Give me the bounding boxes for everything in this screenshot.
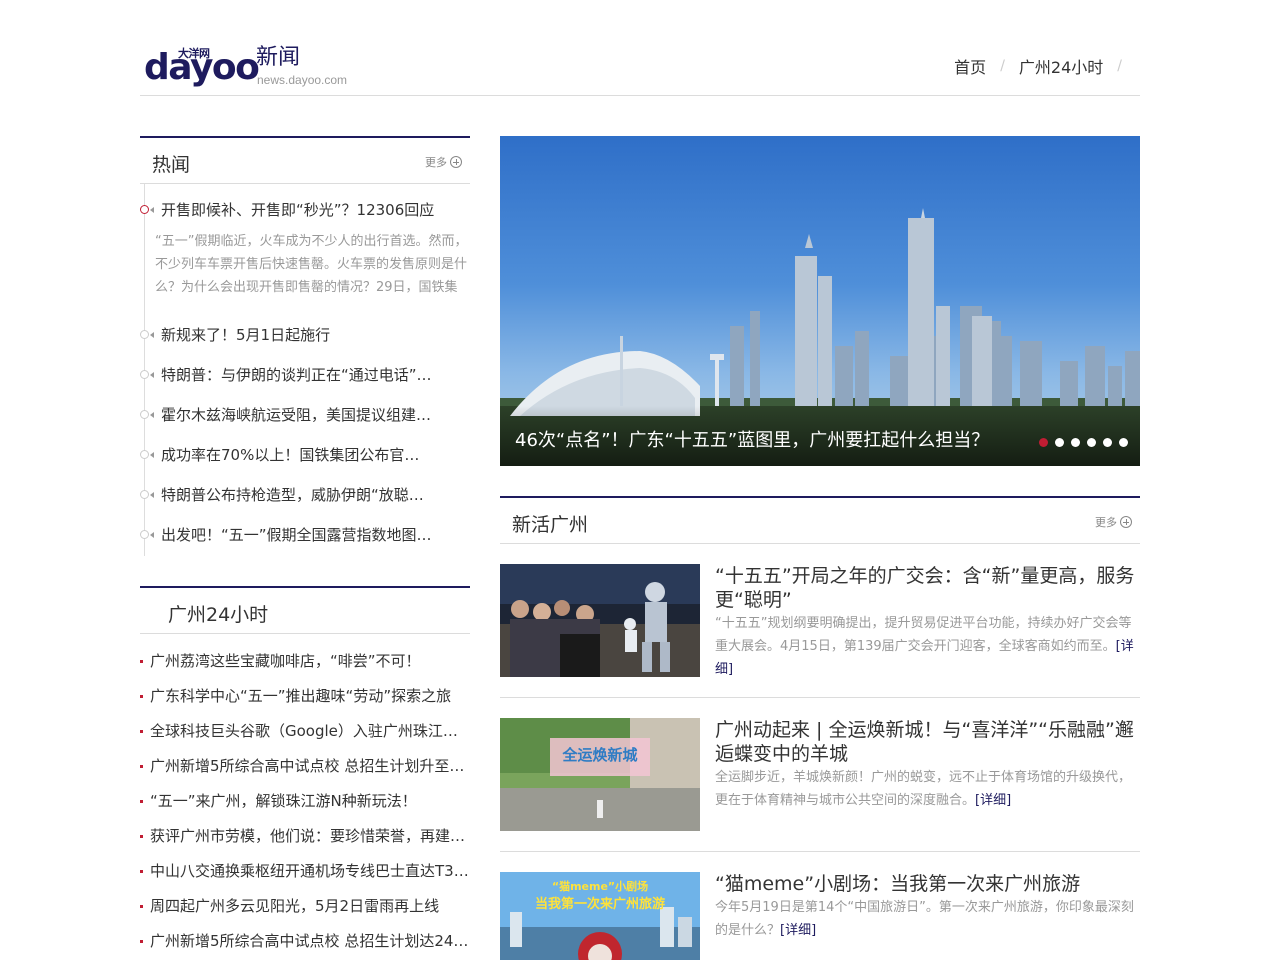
list-item[interactable]: “五一”来广州，解锁珠江游N种新玩法！ <box>140 791 470 826</box>
article-summary: 今年5月19日是第14个“中国旅游日”。第一次来广州旅游，你印象最深刻的是什么？… <box>715 896 1140 942</box>
triangle-left-icon <box>150 452 154 458</box>
triangle-left-icon <box>150 532 154 538</box>
slider-dot[interactable] <box>1071 438 1080 447</box>
hot-news-title: 热闻 <box>152 154 191 176</box>
timeline-dot-icon <box>140 450 149 459</box>
slider-dot[interactable] <box>1039 438 1048 447</box>
more-label: 更多 <box>1095 516 1117 529</box>
article-card[interactable]: “十五五”开局之年的广交会：含“新”量更高，服务更“聪明” “十五五”规划纲要明… <box>500 564 1140 698</box>
detail-link[interactable]: [详细] <box>975 793 1011 808</box>
gz24-list: 广州荔湾这些宝藏咖啡店，“啡尝”不可！ 广东科学中心“五一”推出趣味“劳动”探索… <box>140 651 470 960</box>
list-item[interactable]: 中山八交通换乘枢纽开通机场专线巴士直达T3… <box>140 861 470 896</box>
article-summary: 全运脚步近，羊城焕新颜！广州的蜕变，远不止于体育场馆的升级换代，更在于体育精神与… <box>715 766 1140 812</box>
site-url: news.dayoo.com <box>257 73 348 87</box>
article-summary: “十五五”规划纲要明确提出，提升贸易促进平台功能，持续办好广交会等重大展会。4月… <box>715 612 1140 681</box>
gz24-title: 广州24小时 <box>168 604 269 626</box>
plus-circle-icon <box>1120 516 1132 528</box>
hot-more-link[interactable]: 更多 <box>425 154 462 170</box>
list-item[interactable]: 广州新增5所综合高中试点校 总招生计划达24… <box>140 931 470 960</box>
timeline-item-title[interactable]: 出发吧！“五一”假期全国露营指数地图… <box>161 525 467 545</box>
xinhuo-panel: 新活广州 更多 <box>500 496 1140 544</box>
site-header: 大洋网 dayoo 新闻 news.dayoo.com 首页 / 广州24小时 … <box>140 40 1140 96</box>
detail-link[interactable]: [详细] <box>780 923 816 938</box>
timeline-item[interactable]: 霍尔木兹海峡航运受阻，美国提议组建… <box>140 405 470 427</box>
thumb-overlay-text-1: “猫meme”小剧场 <box>552 879 648 893</box>
article-thumbnail[interactable] <box>500 564 700 677</box>
summary-text: 全运脚步近，羊城焕新颜！广州的蜕变，远不止于体育场馆的升级换代，更在于体育精神与… <box>715 770 1132 808</box>
timeline-item-title[interactable]: 特朗普公布持枪造型，威胁伊朗“放聪… <box>161 485 467 505</box>
slider-dots <box>1032 438 1128 447</box>
timeline-item-title[interactable]: 成功率在70%以上！国铁集团公布官… <box>161 445 467 465</box>
triangle-left-icon <box>150 332 154 338</box>
summary-text: “十五五”规划纲要明确提出，提升贸易促进平台功能，持续办好广交会等重大展会。4月… <box>715 616 1132 654</box>
list-item[interactable]: 全球科技巨头谷歌（Google）入驻广州珠江新城 <box>140 721 470 756</box>
slider-dot[interactable] <box>1103 438 1112 447</box>
list-item[interactable]: 周四起广州多云见阳光，5月2日雷雨再上线 <box>140 896 470 931</box>
nav-separator: / <box>1117 58 1122 74</box>
nav-gz24-link[interactable]: 广州24小时 <box>1019 54 1103 78</box>
timeline-item[interactable]: 新规来了！5月1日起施行 <box>140 325 470 347</box>
xinhuo-title: 新活广州 <box>512 514 589 536</box>
more-label: 更多 <box>425 156 447 169</box>
timeline-item-title[interactable]: 霍尔木兹海峡航运受阻，美国提议组建… <box>161 405 467 425</box>
slider-dot[interactable] <box>1119 438 1128 447</box>
top-nav: 首页 / 广州24小时 / <box>954 54 1136 78</box>
xinhuo-more-link[interactable]: 更多 <box>1095 514 1132 530</box>
site-logo[interactable]: 大洋网 dayoo 新闻 news.dayoo.com <box>144 42 354 92</box>
list-item[interactable]: 广州荔湾这些宝藏咖啡店，“啡尝”不可！ <box>140 651 470 686</box>
timeline-dot-icon <box>140 410 149 419</box>
triangle-left-icon <box>150 372 154 378</box>
triangle-left-icon <box>150 492 154 498</box>
headline-slider[interactable]: 46次“点名”！广东“十五五”蓝图里，广州要扛起什么担当？ <box>500 136 1140 466</box>
timeline-item-summary: “五一”假期临近，火车成为不少人的出行首选。然而，不少列车车票开售后快速售罄。火… <box>155 234 468 295</box>
triangle-left-icon <box>150 412 154 418</box>
hot-news-timeline: 开售即候补、开售即“秒光”？12306回应 “五一”假期临近，火车成为不少人的出… <box>140 184 470 556</box>
timeline-item[interactable]: 成功率在70%以上！国铁集团公布官… <box>140 445 470 467</box>
list-item[interactable]: 广州新增5所综合高中试点校 总招生计划升至… <box>140 756 470 791</box>
timeline-item[interactable]: 特朗普公布持枪造型，威胁伊朗“放聪… <box>140 485 470 507</box>
timeline-dot-icon <box>140 370 149 379</box>
article-title[interactable]: “十五五”开局之年的广交会：含“新”量更高，服务更“聪明” <box>715 564 1140 612</box>
timeline-dot-icon <box>140 530 149 539</box>
article-title[interactable]: “猫meme”小剧场：当我第一次来广州旅游 <box>715 872 1140 896</box>
nav-home-link[interactable]: 首页 <box>954 54 986 78</box>
article-title[interactable]: 广州动起来 | 全运焕新城！与“喜洋洋”“乐融融”邂逅蝶变中的羊城 <box>715 718 1140 766</box>
slider-dot[interactable] <box>1087 438 1096 447</box>
xinhuo-header: 新活广州 更多 <box>500 496 1140 544</box>
timeline-item[interactable]: 特朗普：与伊朗的谈判正在“通过电话”… <box>140 365 470 387</box>
timeline-item[interactable]: 开售即候补、开售即“秒光”？12306回应 “五一”假期临近，火车成为不少人的出… <box>140 200 470 310</box>
hot-news-panel: 热闻 更多 开售即候补、开售即“秒光”？12306回应 “五一”假期临近，火车成… <box>140 136 470 556</box>
article-card[interactable]: 全运焕新城 广州动起来 | 全运焕新城！与“喜洋洋”“乐融融”邂逅蝶变中的羊城 … <box>500 718 1140 852</box>
nav-separator: / <box>1000 58 1005 74</box>
plus-circle-icon <box>450 156 462 168</box>
slider-caption[interactable]: 46次“点名”！广东“十五五”蓝图里，广州要扛起什么担当？ <box>515 426 989 452</box>
timeline-item-title[interactable]: 特朗普：与伊朗的谈判正在“通过电话”… <box>161 365 467 385</box>
article-thumbnail[interactable]: 全运焕新城 <box>500 718 700 831</box>
article-thumbnail[interactable]: “猫meme”小剧场 当我第一次来广州旅游 <box>500 872 700 960</box>
timeline-dot-icon <box>140 330 149 339</box>
timeline-item[interactable]: 出发吧！“五一”假期全国露营指数地图… <box>140 525 470 547</box>
triangle-left-icon <box>150 207 154 213</box>
hot-news-header: 热闻 更多 <box>140 136 470 184</box>
timeline-dot-icon <box>140 490 149 499</box>
section-title: 新闻 <box>256 45 301 70</box>
list-item[interactable]: 获评广州市劳模，他们说：要珍惜荣誉，再建… <box>140 826 470 861</box>
timeline-item-title[interactable]: 开售即候补、开售即“秒光”？12306回应 <box>161 200 467 220</box>
logo-en-text: dayoo <box>144 47 260 88</box>
article-card[interactable]: “猫meme”小剧场 当我第一次来广州旅游 “猫meme”小剧场：当我第一次来广… <box>500 872 1140 960</box>
summary-text: 今年5月19日是第14个“中国旅游日”。第一次来广州旅游，你印象最深刻的是什么？ <box>715 900 1134 938</box>
timeline-item-title[interactable]: 新规来了！5月1日起施行 <box>161 325 467 345</box>
thumb-overlay-text-2: 当我第一次来广州旅游 <box>535 896 665 912</box>
thumb-overlay-text: 全运焕新城 <box>561 746 637 764</box>
gz24-header: 广州24小时 <box>140 586 470 634</box>
list-item[interactable]: 广东科学中心“五一”推出趣味“劳动”探索之旅 <box>140 686 470 721</box>
timeline-dot-icon <box>140 205 149 214</box>
slider-dot[interactable] <box>1055 438 1064 447</box>
gz24-panel: 广州24小时 广州荔湾这些宝藏咖啡店，“啡尝”不可！ 广东科学中心“五一”推出趣… <box>140 586 470 960</box>
